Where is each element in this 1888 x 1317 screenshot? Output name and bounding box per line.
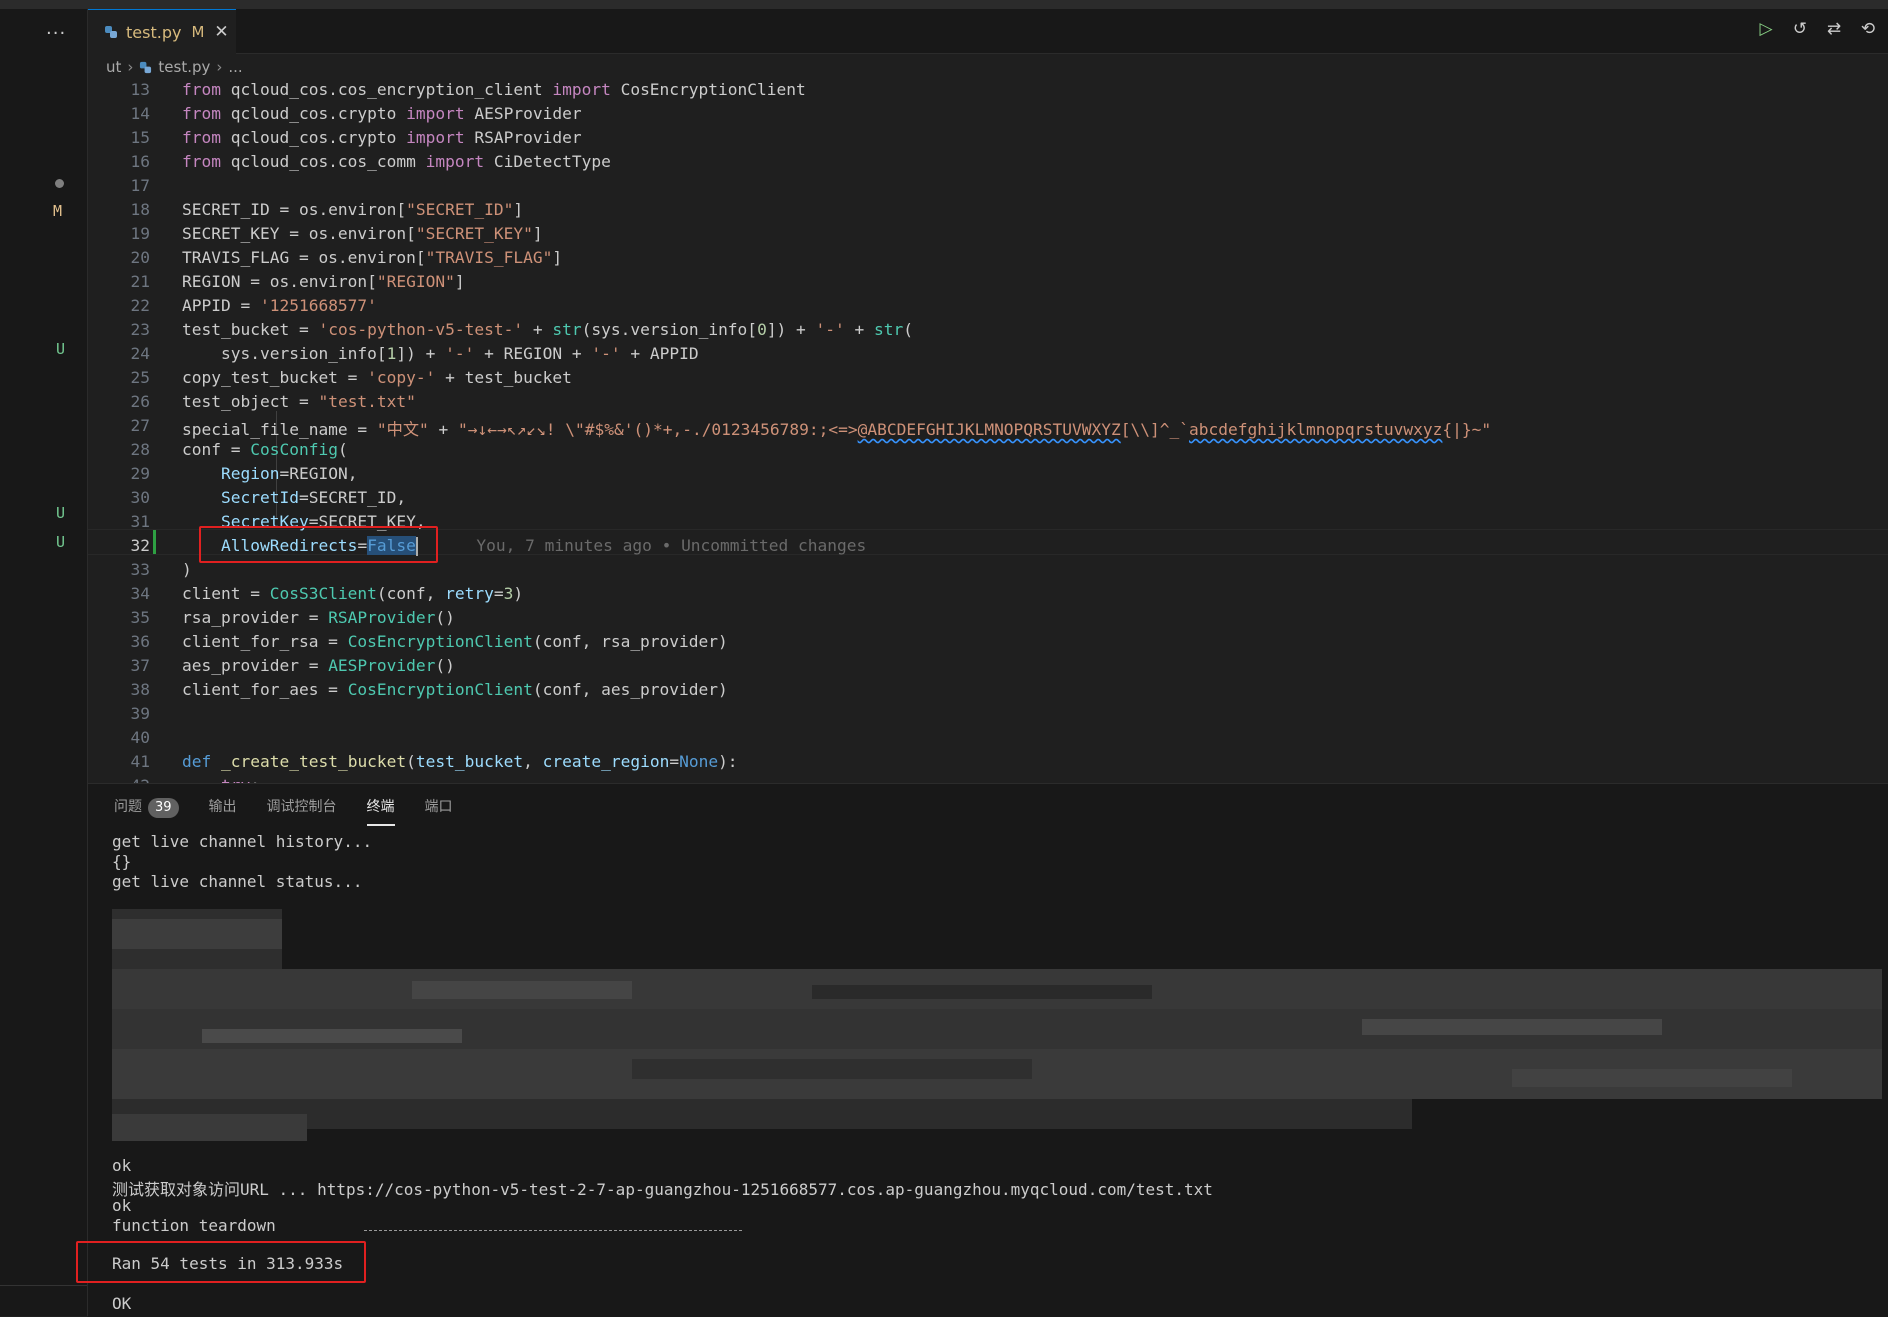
git-modified-marker: M <box>53 202 63 220</box>
code-line: 18 SECRET_ID = os.environ["SECRET_ID"] <box>130 200 524 219</box>
code-line: 19 SECRET_KEY = os.environ["SECRET_KEY"] <box>130 224 543 243</box>
breadcrumb-folder[interactable]: ut <box>106 58 121 76</box>
code-line: 26 test_object = "test.txt" <box>130 392 416 411</box>
code-line: 39 <box>130 704 151 723</box>
chevron-right-icon: › <box>127 58 134 76</box>
breadcrumb: ut › test.py › ... <box>106 56 243 78</box>
code-line: 30 SecretId=SECRET_ID, <box>130 488 407 507</box>
highlight-box-allowredirects <box>199 526 438 563</box>
code-editor[interactable]: 13 from qcloud_cos.cos_encryption_client … <box>88 78 1888 783</box>
code-line: 34 client = CosS3Client(conf, retry=3) <box>130 584 524 603</box>
tab-debug-console[interactable]: 调试控制台 <box>267 796 337 824</box>
terminal-line: {} <box>112 852 132 871</box>
code-line: 14 from qcloud_cos.crypto import AESProvi… <box>130 104 582 123</box>
terminal-line: ok <box>112 1196 132 1215</box>
git-untracked-marker: U <box>56 504 66 522</box>
terminal-line: ok <box>112 1156 132 1175</box>
editor-tab-bar: test.py M ✕ ▷ ↺ ⇄ ⟲ <box>88 9 1888 54</box>
breadcrumb-file[interactable]: test.py <box>158 58 210 76</box>
code-line: 24 sys.version_info[1]) + '-' + REGION +… <box>130 344 699 363</box>
code-line: 37 aes_provider = AESProvider() <box>130 656 455 675</box>
terminal-separator <box>364 1230 742 1231</box>
compare-changes-icon[interactable]: ⇄ <box>1824 19 1844 39</box>
window-top-strip <box>0 0 1888 9</box>
code-line: 33) <box>130 560 192 579</box>
code-line: 41 def _create_test_bucket(test_bucket, c… <box>130 752 738 771</box>
sync-icon[interactable]: ⟲ <box>1858 19 1878 39</box>
highlight-box-ran-summary <box>76 1241 366 1283</box>
code-line: 40 <box>130 728 151 747</box>
git-untracked-marker: U <box>56 340 66 358</box>
git-untracked-marker: U <box>56 533 66 551</box>
python-file-icon <box>140 61 152 73</box>
code-line: 27 special_file_name = "中文" + "→↓←→↖↗↙↘! … <box>130 416 1492 439</box>
python-file-icon <box>105 26 117 38</box>
run-icon[interactable]: ▷ <box>1756 19 1776 39</box>
code-line: 42 try: <box>88 776 1888 783</box>
code-line: 16 from qcloud_cos.cos_comm import CiDete… <box>130 152 611 171</box>
explorer-sidebar: ··· M U U U <box>0 9 88 1316</box>
code-line: 38 client_for_aes = CosEncryptionClient(c… <box>130 680 728 699</box>
bottom-panel: 问题 39 输出 调试控制台 终端 端口 get live channel his… <box>76 783 1888 1317</box>
history-icon[interactable]: ↺ <box>1790 19 1810 39</box>
tab-output[interactable]: 输出 <box>209 796 237 824</box>
tab-modified-flag: M <box>191 23 205 41</box>
problems-count-badge: 39 <box>148 798 179 818</box>
code-line: 17 <box>130 176 151 195</box>
pixelated-redacted-output <box>112 909 1882 1141</box>
sidebar-divider <box>0 1285 87 1286</box>
terminal-ok-line: OK <box>112 1294 132 1313</box>
terminal-line: get live channel history... <box>112 832 373 851</box>
chevron-right-icon: › <box>216 58 223 76</box>
code-line: 20 TRAVIS_FLAG = os.environ["TRAVIS_FLAG"… <box>130 248 563 267</box>
code-line: 36 client_for_rsa = CosEncryptionClient(c… <box>130 632 728 651</box>
more-actions-icon[interactable]: ··· <box>46 23 66 44</box>
tab-terminal[interactable]: 终端 <box>366 796 395 826</box>
git-blame-annotation: You, 7 minutes ago • Uncommitted changes <box>476 536 867 555</box>
code-line: 29 Region=REGION, <box>130 464 358 483</box>
terminal-line: get live channel status... <box>112 872 363 891</box>
code-line: 22 APPID = '1251668577' <box>130 296 377 315</box>
code-line: 13 from qcloud_cos.cos_encryption_client … <box>130 80 806 99</box>
code-line: 25 copy_test_bucket = 'copy-' + test_buck… <box>130 368 572 387</box>
code-line: 35 rsa_provider = RSAProvider() <box>130 608 455 627</box>
code-line: 23 test_bucket = 'cos-python-v5-test-' + … <box>130 320 914 339</box>
terminal-line: 测试获取对象访问URL ... https://cos-python-v5-te… <box>112 1180 1213 1199</box>
unsaved-dot-icon <box>55 179 64 188</box>
close-icon[interactable]: ✕ <box>214 22 228 42</box>
editor-actions: ▷ ↺ ⇄ ⟲ <box>1756 19 1878 39</box>
tab-test-py[interactable]: test.py M ✕ <box>88 9 236 54</box>
tab-filename: test.py <box>126 22 182 42</box>
breadcrumb-trail[interactable]: ... <box>228 58 242 76</box>
tab-ports[interactable]: 端口 <box>425 796 453 824</box>
panel-tabs: 问题 39 输出 调试控制台 终端 端口 <box>114 796 483 826</box>
tab-problems[interactable]: 问题 39 <box>114 796 179 824</box>
code-line: 21 REGION = os.environ["REGION"] <box>130 272 465 291</box>
code-line: 28 conf = CosConfig( <box>130 440 348 459</box>
terminal-line: function teardown <box>112 1216 276 1235</box>
code-line: 15 from qcloud_cos.crypto import RSAProvi… <box>130 128 582 147</box>
